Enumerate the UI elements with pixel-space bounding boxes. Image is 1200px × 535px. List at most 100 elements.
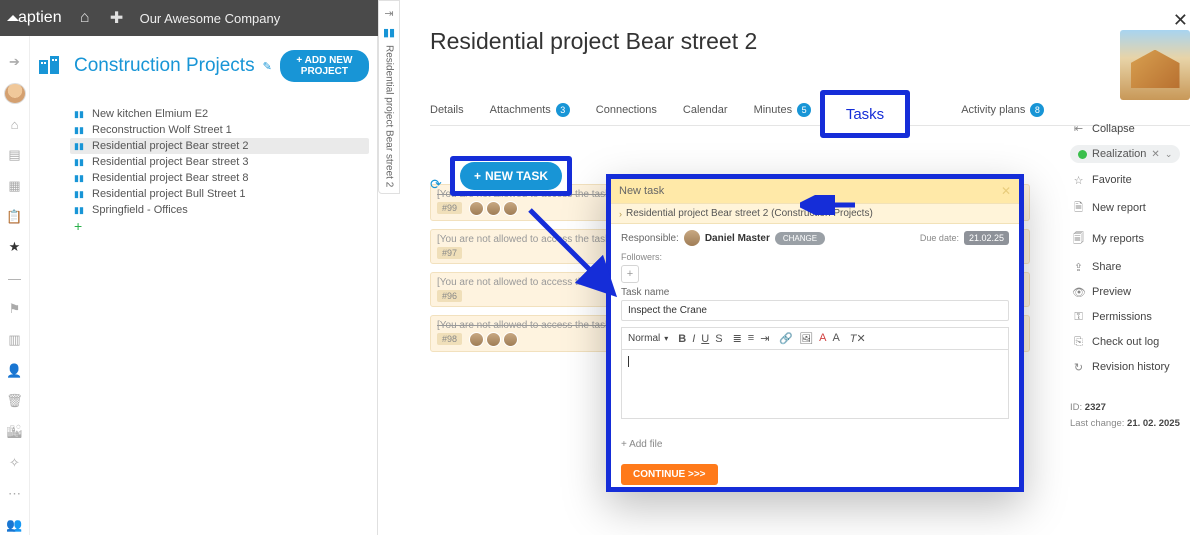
refresh-icon[interactable]: ⟳ xyxy=(430,176,442,193)
modal-breadcrumb[interactable]: › Residential project Bear street 2 (Con… xyxy=(611,203,1019,224)
tab-details[interactable]: Details xyxy=(430,104,464,116)
list-item[interactable]: ▮▮Residential project Bear street 2 xyxy=(70,138,369,154)
pencil-icon[interactable]: ✎ xyxy=(263,60,272,73)
taskname-input[interactable] xyxy=(621,300,1009,321)
strike-icon[interactable]: S xyxy=(715,333,722,345)
image-icon[interactable]: 🖼 xyxy=(799,332,813,345)
building-icon[interactable]: ▥ xyxy=(4,329,26,350)
modal-header: New task ✕ xyxy=(611,179,1019,203)
add-file-button[interactable]: + Add file xyxy=(621,439,1009,450)
status-dot-icon xyxy=(1078,150,1087,159)
more-icon[interactable]: ⋯ xyxy=(4,483,26,504)
clear-format-icon[interactable]: T✕ xyxy=(850,332,866,345)
house-icon[interactable]: ⌂ xyxy=(4,114,26,135)
star-icon[interactable]: ★ xyxy=(4,237,26,258)
share-action[interactable]: ⇪Share xyxy=(1070,255,1190,280)
city-icon[interactable]: 🏙 xyxy=(4,422,26,443)
enter-icon[interactable]: ➔ xyxy=(4,52,26,73)
building-icon: ▮▮ xyxy=(74,189,86,200)
chevron-right-icon: › xyxy=(619,209,622,219)
new-report-action[interactable]: 🗎New report xyxy=(1070,193,1190,224)
list-item[interactable]: ▮▮Reconstruction Wolf Street 1 xyxy=(70,122,369,138)
color-icon[interactable]: A xyxy=(819,332,826,345)
permissions-action[interactable]: ⚿Permissions xyxy=(1070,305,1190,330)
add-follower-button[interactable]: + xyxy=(621,265,639,283)
list-item[interactable]: ▮▮Residential project Bear street 8 xyxy=(70,170,369,186)
vertical-tab-label: Residential project Bear street 2 xyxy=(384,45,395,187)
my-reports-action[interactable]: 🗐My reports xyxy=(1070,224,1190,255)
tab-minutes[interactable]: Minutes5 xyxy=(754,103,812,117)
eye-icon: 👁 xyxy=(1072,286,1085,299)
avatar[interactable] xyxy=(4,83,26,104)
flag-icon[interactable]: ⚑ xyxy=(4,299,26,320)
trash-icon[interactable]: 🗑 xyxy=(4,391,26,412)
underline-icon[interactable]: U xyxy=(701,333,709,345)
notes-icon[interactable]: ▤ xyxy=(4,145,26,166)
list-item[interactable]: ▮▮Residential project Bull Street 1 xyxy=(70,186,369,202)
bgcolor-icon[interactable]: A xyxy=(832,332,839,345)
building-icon: ▮▮ xyxy=(74,205,86,216)
user-icon[interactable]: 👤 xyxy=(4,360,26,381)
add-project-button[interactable]: + ADD NEW PROJECT xyxy=(280,50,369,82)
left-rail: ➔ ⌂ ▤ ▦ 📋 ★ — ⚑ ▥ 👤 🗑 🏙 ✧ ⋯ 👥 xyxy=(0,36,30,535)
chevron-down-icon: ▾ xyxy=(664,334,668,343)
tab-attachments[interactable]: Attachments3 xyxy=(490,103,570,117)
remove-icon[interactable]: ✕ xyxy=(1151,149,1159,160)
followers-label: Followers: xyxy=(621,252,1009,262)
list-ul-icon[interactable]: ≡ xyxy=(748,332,754,345)
list-item[interactable]: ▮▮Residential project Bear street 3 xyxy=(70,154,369,170)
preview-action[interactable]: 👁Preview xyxy=(1070,280,1190,305)
add-icon[interactable]: ✚ xyxy=(108,9,126,27)
revision-action[interactable]: ↻Revision history xyxy=(1070,355,1190,380)
chevron-down-icon[interactable]: ⌄ xyxy=(1165,149,1173,160)
format-select[interactable]: Normal ▾ xyxy=(628,333,668,344)
callout-tasks: Tasks xyxy=(820,90,910,138)
project-thumbnail xyxy=(1120,30,1190,100)
status-chip[interactable]: Realization✕⌄ xyxy=(1070,145,1180,163)
due-label: Due date: xyxy=(920,233,959,243)
new-task-modal: New task ✕ › Residential project Bear st… xyxy=(606,174,1024,492)
tool-icon[interactable]: ✧ xyxy=(4,453,26,474)
group-icon[interactable]: 👥 xyxy=(4,514,26,535)
task-id: #96 xyxy=(437,290,462,302)
new-task-button[interactable]: +NEW TASK xyxy=(460,162,562,190)
responsible-name: Daniel Master xyxy=(705,233,770,244)
tab-connections[interactable]: Connections xyxy=(596,104,657,116)
task-avatars xyxy=(469,201,518,216)
due-date[interactable]: 21.02.25 xyxy=(964,231,1009,245)
callout-new-task: +NEW TASK xyxy=(450,156,572,196)
clipboard-icon[interactable]: 📋 xyxy=(4,206,26,227)
collapse-action[interactable]: ⇤Collapse xyxy=(1070,116,1190,141)
building-icon: ▮▮ xyxy=(383,26,395,39)
list-item[interactable]: ▮▮Springfield - Offices xyxy=(70,202,369,218)
add-item-icon[interactable]: + xyxy=(74,218,369,234)
task-id: #98 xyxy=(437,333,462,345)
bold-icon[interactable]: B xyxy=(678,333,686,345)
left-panel-header: Construction Projects ✎ + ADD NEW PROJEC… xyxy=(38,50,369,82)
home-icon[interactable]: ⌂ xyxy=(76,9,94,27)
log-icon: ⎘ xyxy=(1072,336,1085,349)
list-ol-icon[interactable]: ≣ xyxy=(733,332,742,345)
link-icon[interactable]: 🔗 xyxy=(779,332,793,345)
continue-button[interactable]: CONTINUE >>> xyxy=(621,464,718,485)
indent-icon[interactable]: ⇥ xyxy=(760,332,769,345)
change-button[interactable]: CHANGE xyxy=(775,232,825,245)
document-icon: 🗎 xyxy=(1072,199,1085,218)
checkout-action[interactable]: ⎘Check out log xyxy=(1070,330,1190,355)
vertical-tab[interactable]: ⇥ ▮▮ Residential project Bear street 2 xyxy=(378,0,400,194)
task-id: #97 xyxy=(437,247,462,259)
project-list: ▮▮New kitchen Elmium E2 ▮▮Reconstruction… xyxy=(70,106,369,234)
top-bar: aptien ⌂ ✚ Our Awesome Company xyxy=(0,0,378,36)
italic-icon[interactable]: I xyxy=(692,333,695,345)
brand-logo: aptien xyxy=(10,9,62,27)
calendar-icon[interactable]: ▦ xyxy=(4,175,26,196)
close-icon[interactable]: ✕ xyxy=(1001,184,1011,198)
editor-textarea[interactable] xyxy=(621,349,1009,419)
tab-calendar[interactable]: Calendar xyxy=(683,104,728,116)
meta-info: ID: 2327 Last change: 21. 02. 2025 xyxy=(1070,400,1190,432)
list-item[interactable]: ▮▮New kitchen Elmium E2 xyxy=(70,106,369,122)
collapse-icon[interactable]: ⇥ xyxy=(384,7,393,20)
favorite-action[interactable]: ☆Favorite xyxy=(1070,168,1190,193)
tab-activity-plans[interactable]: Activity plans8 xyxy=(961,103,1044,117)
avatar xyxy=(684,230,700,246)
